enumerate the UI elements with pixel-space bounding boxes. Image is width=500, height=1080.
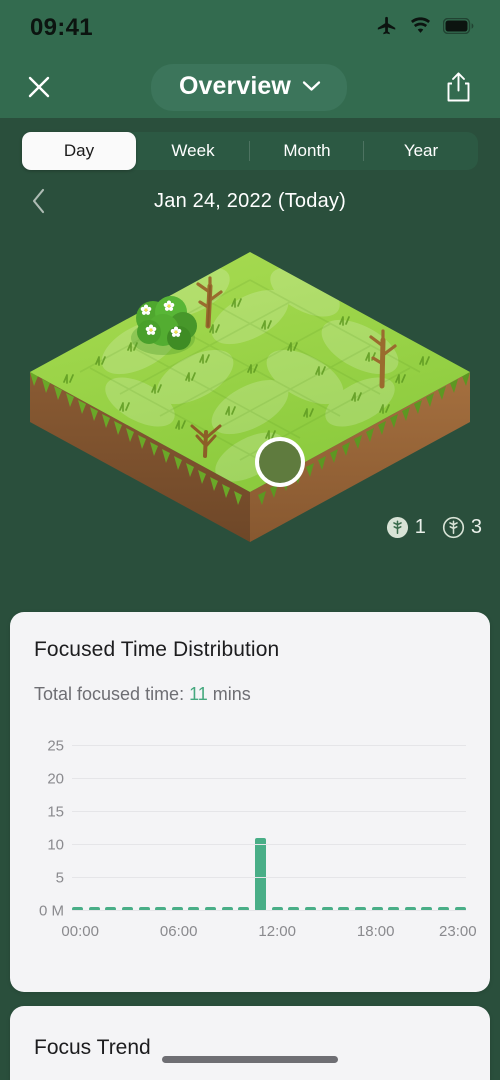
status-bar-clock: 09:41 <box>30 14 93 41</box>
chart-y-tick-label: 15 <box>47 803 64 821</box>
wifi-icon <box>409 15 432 42</box>
chart-y-tick-label: 20 <box>47 770 64 788</box>
share-button[interactable] <box>442 69 476 105</box>
chevron-left-icon <box>32 188 45 214</box>
close-icon <box>28 76 50 98</box>
chart-plot-area: 0 M 5 10 15 20 25 00:00 06:00 12:00 18:00 23:00 <box>39 733 477 940</box>
chevron-down-icon <box>302 81 321 91</box>
chart-bar <box>255 838 267 911</box>
chart-x-tick-label: 12:00 <box>258 923 296 940</box>
isometric-garden-illustration <box>30 252 470 542</box>
status-bar: 09:41 <box>0 0 500 56</box>
planted-tree-count: 1 <box>414 516 426 538</box>
chart-x-tick-label: 18:00 <box>356 923 395 940</box>
tree-filled-icon <box>386 516 408 539</box>
distribution-card-title: Focused Time Distribution <box>34 638 280 661</box>
battery-icon <box>442 17 474 39</box>
previous-day-button[interactable] <box>22 184 56 218</box>
focus-trend-title: Focus Trend <box>34 1036 151 1059</box>
tab-day-label: Day <box>63 141 95 160</box>
chart-y-tick-label: 0 M <box>38 902 64 920</box>
current-date-label: Jan 24, 2022 (Today) <box>154 189 346 212</box>
share-icon <box>448 72 470 102</box>
date-navigator: Jan 24, 2022 (Today) <box>0 170 500 232</box>
withered-tree-counter: 3 <box>442 516 482 539</box>
garden-counters: 1 3 <box>386 516 482 539</box>
planted-tree-counter: 1 <box>386 516 426 539</box>
tab-month[interactable]: Month <box>250 132 364 170</box>
chart-gridline <box>72 877 466 879</box>
chart-gridline <box>72 844 466 846</box>
close-button[interactable] <box>22 70 56 104</box>
chart-y-tick-label: 25 <box>47 737 64 755</box>
total-focused-time-suffix: mins <box>207 684 251 704</box>
garden-scene[interactable]: 1 3 <box>0 232 500 547</box>
withered-tree-count: 3 <box>470 516 482 538</box>
tab-week-label: Week <box>171 141 215 160</box>
chart-gridline <box>72 778 466 780</box>
focused-time-distribution-card: Focused Time Distribution Total focused … <box>10 612 490 992</box>
tree-outline-icon <box>442 516 464 539</box>
chart-gridline <box>72 745 466 747</box>
total-focused-time-prefix: Total focused time: <box>34 684 190 704</box>
tab-day[interactable]: Day <box>22 132 136 170</box>
period-tabs: Day Week Month Year <box>22 132 478 170</box>
planting-spot-marker <box>255 437 305 487</box>
focus-trend-card[interactable]: Focus Trend <box>10 1006 490 1080</box>
chart-bars <box>72 733 466 911</box>
home-indicator[interactable] <box>162 1056 338 1063</box>
tab-month-label: Month <box>283 141 331 160</box>
overview-dropdown-button[interactable]: Overview <box>151 63 347 111</box>
navigation-bar: Overview <box>0 56 500 118</box>
status-bar-icons <box>376 15 474 42</box>
tab-week[interactable]: Week <box>136 132 250 170</box>
airplane-mode-icon <box>376 15 398 42</box>
tab-year[interactable]: Year <box>364 132 478 170</box>
focused-time-bar-chart: 0 M 5 10 15 20 25 00:00 06:00 12:00 18:00 23:00 <box>28 727 477 957</box>
total-focused-time-value: 11 <box>189 684 208 704</box>
chart-gridline <box>72 910 466 911</box>
chart-y-tick-label: 10 <box>47 836 64 854</box>
tab-year-label: Year <box>403 141 439 160</box>
total-focused-time-label: Total focused time: 11 mins <box>10 662 490 705</box>
page-title: Overview <box>179 71 291 100</box>
chart-x-tick-label: 06:00 <box>159 923 198 940</box>
period-tabs-container: Day Week Month Year <box>0 118 500 170</box>
chart-x-tick-label: 00:00 <box>61 923 99 940</box>
chart-y-tick-label: 5 <box>55 869 64 887</box>
chart-x-tick-label: 23:00 <box>439 923 477 940</box>
chart-gridline <box>72 811 466 813</box>
